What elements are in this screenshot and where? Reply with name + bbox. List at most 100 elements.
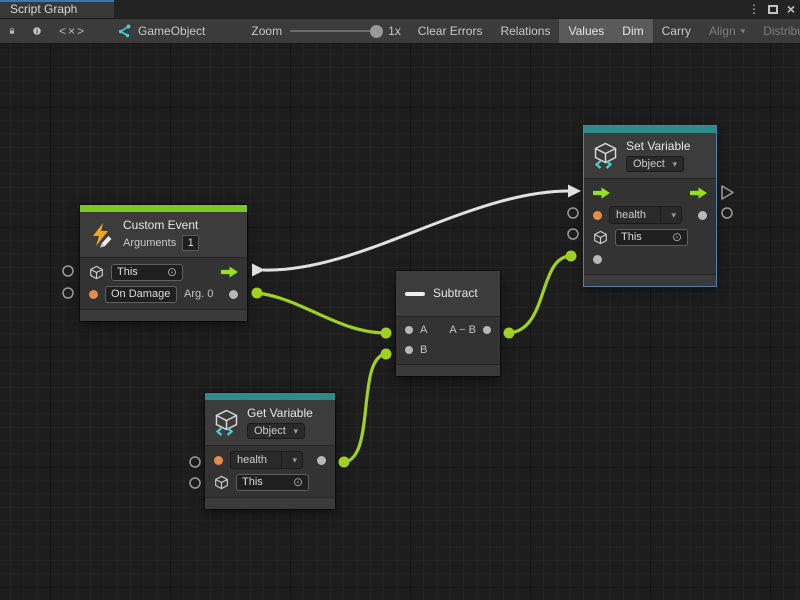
event-name-field[interactable]: On Damage <box>105 286 177 303</box>
dropdown-divider <box>281 452 282 468</box>
lock-button[interactable] <box>0 19 24 43</box>
node-footer <box>584 274 716 286</box>
object-picker-icon: ⊙ <box>672 232 682 242</box>
maximize-icon[interactable] <box>768 0 778 18</box>
get-variable-header: Get Variable Object ▾ <box>205 400 335 445</box>
node-title: Subtract <box>433 286 478 301</box>
dim-toggle[interactable]: Dim <box>613 19 652 43</box>
clear-errors-button[interactable]: Clear Errors <box>409 19 492 43</box>
distribute-dropdown[interactable]: Distribute ▾ <box>754 19 800 43</box>
target-value: This <box>117 266 163 278</box>
event-name-port[interactable] <box>89 290 98 299</box>
variable-scope-dropdown[interactable]: Object ▾ <box>626 156 684 172</box>
target-field[interactable]: This ⊙ <box>111 264 183 281</box>
get-variable-body: health ▾ This ⊙ <box>205 445 335 497</box>
dropdown-divider <box>660 207 661 223</box>
scope-value: Object <box>633 158 667 170</box>
node-title: Get Variable <box>247 406 313 421</box>
input-a-port[interactable] <box>405 326 413 334</box>
variable-name-row: health ▾ <box>584 204 716 226</box>
variable-cube-icon <box>593 142 618 170</box>
arguments-count-input[interactable]: 1 <box>182 235 199 251</box>
info-icon <box>33 24 41 38</box>
node-custom-event[interactable]: Custom Event Arguments 1 This ⊙ <box>80 205 247 321</box>
input-b-label: B <box>420 344 427 356</box>
custom-event-header: Custom Event Arguments 1 <box>80 212 247 257</box>
flow-port-row <box>584 182 716 204</box>
value-input-row <box>584 248 716 270</box>
graph-target-section[interactable]: GameObject <box>95 19 215 43</box>
relations-button[interactable]: Relations <box>491 19 559 43</box>
zoom-control: Zoom 1x <box>243 19 408 43</box>
target-field[interactable]: This ⊙ <box>236 474 309 491</box>
flow-input-port[interactable] <box>593 187 610 200</box>
target-port-row: This ⊙ <box>205 471 335 493</box>
object-picker-icon: ⊙ <box>167 267 177 277</box>
event-port-row: On Damage Arg. 0 <box>80 283 247 305</box>
subtract-body: A A − B B <box>396 316 500 364</box>
variable-name-dropdown[interactable]: health ▾ <box>609 206 682 224</box>
new-value-input-port[interactable] <box>593 255 602 264</box>
value-output-port[interactable] <box>317 456 326 465</box>
tab-script-graph[interactable]: Script Graph <box>0 0 114 18</box>
distribute-label: Distribute <box>763 24 800 38</box>
cube-icon <box>214 475 229 490</box>
node-title: Custom Event <box>123 218 199 233</box>
carry-toggle[interactable]: Carry <box>653 19 700 43</box>
maximize-box <box>768 5 778 14</box>
tab-title: Script Graph <box>10 2 77 16</box>
arg0-output-port[interactable] <box>229 290 238 299</box>
window-menu-icon[interactable]: ⋮ <box>748 0 760 18</box>
custom-event-body: This ⊙ On Damage Arg. 0 <box>80 257 247 309</box>
custom-event-icon <box>89 222 115 248</box>
graph-target-label: GameObject <box>138 24 205 38</box>
variable-name-port[interactable] <box>214 456 223 465</box>
subtract-icon <box>405 292 425 296</box>
cube-icon <box>89 265 104 280</box>
result-output-port[interactable] <box>483 326 491 334</box>
result-label: A − B <box>449 324 476 336</box>
graph-toolbar: <×> GameObject Zoom 1x Clear Errors Rela… <box>0 18 800 44</box>
input-b-port[interactable] <box>405 346 413 354</box>
variable-color-strip <box>205 393 335 400</box>
subtract-header: Subtract <box>396 271 500 316</box>
variable-name-value: health <box>616 209 655 221</box>
variable-scope-dropdown[interactable]: Object ▾ <box>247 423 305 439</box>
event-color-strip <box>80 205 247 212</box>
zoom-slider[interactable] <box>290 30 380 32</box>
variable-name-dropdown[interactable]: health ▾ <box>230 451 303 469</box>
flow-output-port[interactable] <box>690 187 707 200</box>
node-footer <box>205 497 335 509</box>
toolbar-spacer <box>215 19 243 43</box>
node-set-variable[interactable]: Set Variable Object ▾ health ▾ <box>584 126 716 286</box>
flow-output-port[interactable] <box>221 266 238 279</box>
script-graph-window: Script Graph ⋮ × <×> <box>0 0 800 600</box>
node-get-variable[interactable]: Get Variable Object ▾ health ▾ <box>205 393 335 509</box>
info-button[interactable] <box>24 19 50 43</box>
target-port-row: This ⊙ <box>584 226 716 248</box>
chevron-down-icon: ▾ <box>741 26 746 37</box>
target-field[interactable]: This ⊙ <box>615 229 688 246</box>
variable-name-port[interactable] <box>593 211 602 220</box>
node-subtract[interactable]: Subtract A A − B B <box>396 271 500 376</box>
node-title: Set Variable <box>626 139 690 154</box>
align-label: Align <box>709 24 736 38</box>
chevron-down-icon: ▾ <box>666 210 681 221</box>
close-icon[interactable]: × <box>787 0 795 18</box>
object-picker-icon: ⊙ <box>293 477 303 487</box>
node-footer <box>80 309 247 321</box>
zoom-slider-handle[interactable] <box>370 25 383 38</box>
target-value: This <box>242 476 289 488</box>
values-toggle[interactable]: Values <box>559 19 613 43</box>
scope-value: Object <box>254 425 288 437</box>
code-view-button[interactable]: <×> <box>50 19 95 43</box>
set-variable-header: Set Variable Object ▾ <box>584 133 716 178</box>
target-value: This <box>621 231 668 243</box>
input-a-row: A A − B <box>396 320 500 340</box>
event-name-value: On Damage <box>111 288 171 300</box>
arguments-label: Arguments <box>123 237 176 249</box>
value-output-port[interactable] <box>698 211 707 220</box>
zoom-value: 1x <box>388 24 401 38</box>
lock-icon <box>9 24 15 38</box>
align-dropdown[interactable]: Align ▾ <box>700 19 754 43</box>
